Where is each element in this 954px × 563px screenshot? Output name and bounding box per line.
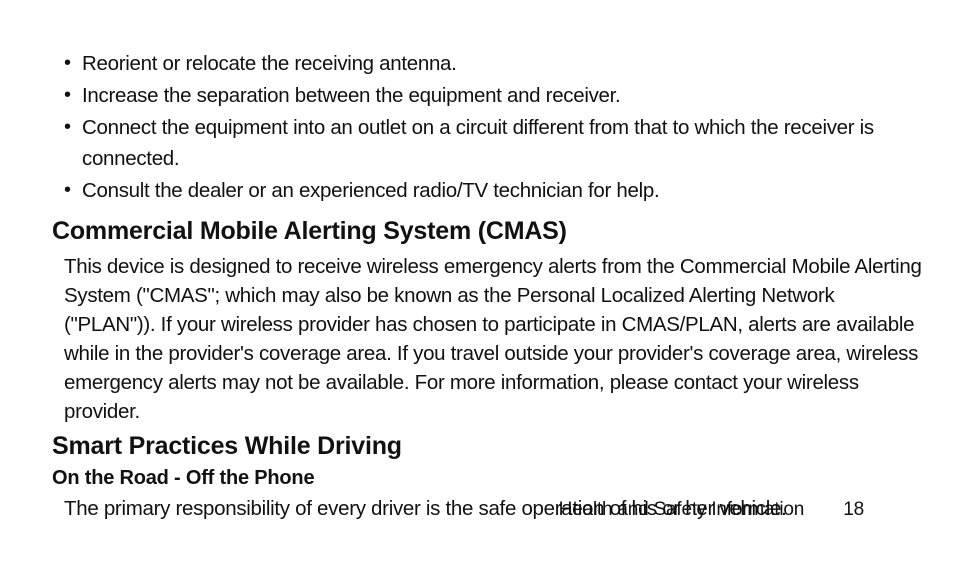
heading-cmas: Commercial Mobile Alerting System (CMAS)	[52, 217, 934, 246]
heading-driving: Smart Practices While Driving	[52, 432, 934, 461]
list-item: Increase the separation between the equi…	[82, 80, 934, 112]
paragraph-cmas: This device is designed to receive wirel…	[52, 252, 934, 427]
subheading-on-the-road: On the Road - Off the Phone	[52, 467, 934, 490]
bullet-list: Reorient or relocate the receiving anten…	[52, 48, 934, 207]
footer-page-number: 18	[843, 499, 864, 521]
document-page: Reorient or relocate the receiving anten…	[0, 0, 954, 563]
page-footer: Health and Safety Information 18	[559, 499, 864, 521]
list-item: Consult the dealer or an experienced rad…	[82, 175, 934, 207]
footer-section-title: Health and Safety Information	[559, 499, 805, 520]
list-item: Reorient or relocate the receiving anten…	[82, 48, 934, 80]
list-item: Connect the equipment into an outlet on …	[82, 112, 934, 176]
